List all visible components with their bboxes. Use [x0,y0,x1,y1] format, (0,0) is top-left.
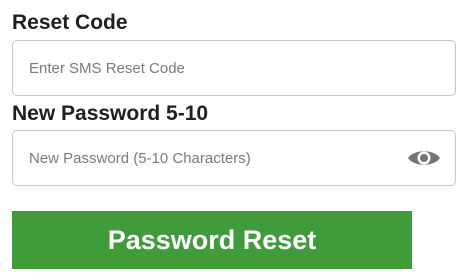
reset-code-label: Reset Code [12,11,128,34]
new-password-placeholder: New Password (5-10 Characters) [29,149,251,167]
new-password-input[interactable]: New Password (5-10 Characters) [12,130,456,186]
password-reset-button[interactable]: Password Reset [12,211,412,269]
reset-code-placeholder: Enter SMS Reset Code [29,59,185,77]
reset-code-input[interactable]: Enter SMS Reset Code [12,40,456,96]
eye-icon[interactable] [407,146,441,170]
new-password-label: New Password 5-10 [12,102,209,125]
